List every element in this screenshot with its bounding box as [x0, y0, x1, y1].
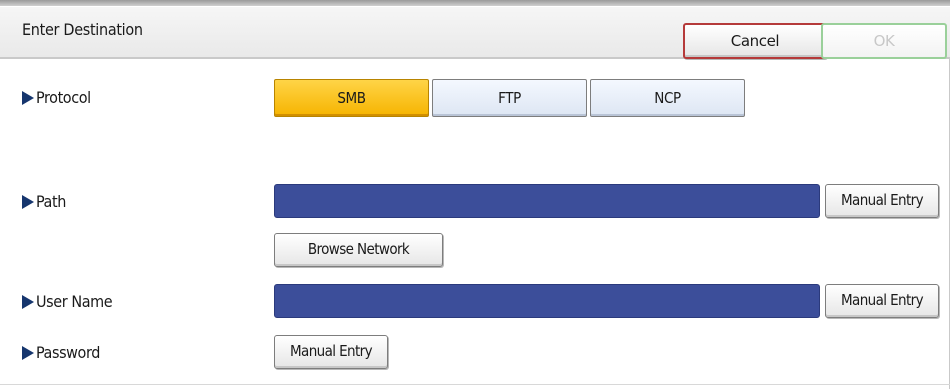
path-row-label: Path: [22, 192, 66, 211]
password-manual-entry-button[interactable]: Manual Entry: [274, 335, 388, 369]
protocol-option-smb[interactable]: SMB: [274, 79, 429, 117]
user-name-field[interactable]: [274, 284, 820, 318]
password-row-label: Password: [22, 343, 100, 362]
page-title: Enter Destination: [22, 20, 143, 39]
bottom-divider: [0, 384, 950, 385]
path-manual-entry-button[interactable]: Manual Entry: [825, 184, 939, 218]
user-name-row-label: User Name: [22, 292, 113, 311]
protocol-label: Protocol: [36, 88, 91, 107]
row-arrow-icon: [22, 195, 34, 209]
user-name-manual-entry-button[interactable]: Manual Entry: [825, 284, 939, 318]
path-label: Path: [36, 192, 66, 211]
path-field[interactable]: [274, 184, 820, 218]
header-bar: Enter Destination Cancel OK: [0, 7, 950, 59]
row-arrow-icon: [22, 91, 34, 105]
ok-button[interactable]: OK: [821, 23, 947, 59]
cancel-button[interactable]: Cancel: [683, 23, 827, 59]
password-label: Password: [36, 343, 100, 362]
protocol-option-ftp[interactable]: FTP: [432, 79, 587, 117]
top-edge: [0, 0, 950, 6]
protocol-row-label: Protocol: [22, 88, 91, 107]
browse-network-button[interactable]: Browse Network: [274, 233, 443, 267]
protocol-option-ncp[interactable]: NCP: [590, 79, 745, 117]
row-arrow-icon: [22, 346, 34, 360]
enter-destination-screen: Enter Destination Cancel OK Protocol SMB…: [0, 0, 950, 389]
user-name-label: User Name: [36, 292, 113, 311]
row-arrow-icon: [22, 295, 34, 309]
